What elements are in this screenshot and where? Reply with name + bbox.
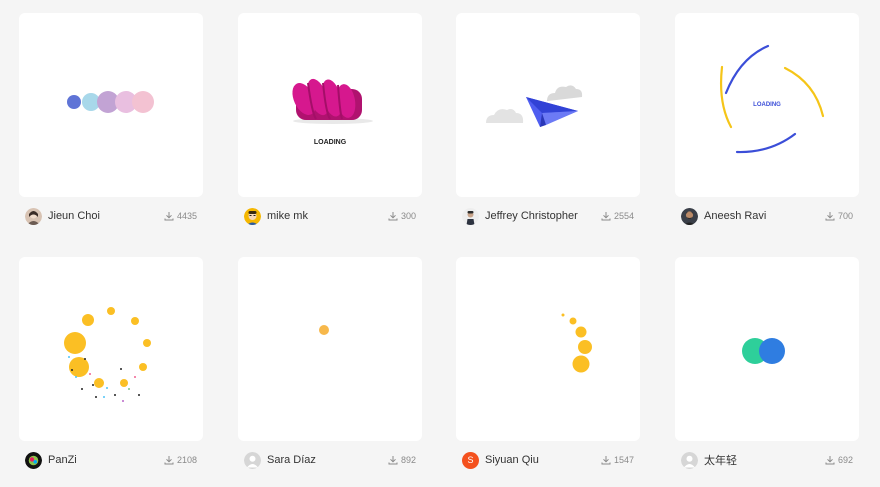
download-count[interactable]: 2554	[601, 211, 634, 221]
loading-label: LOADING	[314, 139, 347, 146]
animation-card: 太年轻 692	[675, 257, 859, 471]
animation-card: LOADING Aneesh Ravi 700	[675, 13, 859, 227]
circle-dots-animation	[64, 307, 151, 402]
card-meta: Jieun Choi 4435	[19, 205, 203, 227]
single-dot-animation	[319, 325, 329, 335]
photo-avatar-icon[interactable]	[25, 207, 42, 225]
animation-card: Jeffrey Christopher 2554	[456, 13, 640, 227]
download-icon	[825, 212, 835, 221]
avatar-letter: S	[467, 455, 474, 465]
download-icon	[825, 456, 835, 465]
animation-thumbnail[interactable]	[675, 257, 859, 441]
download-count[interactable]: 2108	[164, 455, 197, 465]
card-meta: S Siyuan Qiu 1547	[456, 449, 640, 471]
card-meta: Jeffrey Christopher 2554	[456, 205, 640, 227]
photo-avatar-icon[interactable]	[25, 451, 42, 469]
default-user-icon[interactable]	[244, 451, 261, 469]
two-dots-animation	[742, 338, 785, 364]
author-name[interactable]: Jeffrey Christopher	[485, 210, 578, 222]
arcs-loader-animation: LOADING	[719, 44, 825, 154]
card-meta: 太年轻 692	[675, 449, 859, 471]
download-count[interactable]: 892	[388, 455, 416, 465]
card-meta: Aneesh Ravi 700	[675, 205, 859, 227]
download-count-value: 4435	[176, 211, 197, 221]
download-icon	[601, 456, 611, 465]
download-count[interactable]: 300	[388, 211, 416, 221]
author-name[interactable]: Sara Díaz	[267, 454, 316, 466]
animation-thumbnail[interactable]	[19, 13, 203, 197]
download-icon	[164, 456, 174, 465]
photo-avatar-icon[interactable]	[681, 207, 698, 225]
default-user-icon[interactable]	[681, 451, 698, 469]
author-name[interactable]: Siyuan Qiu	[485, 454, 539, 466]
animation-card: S Siyuan Qiu 1547	[456, 257, 640, 471]
loading-label: LOADING	[753, 102, 781, 108]
letter-avatar-icon[interactable]: S	[462, 451, 479, 469]
animation-thumbnail[interactable]	[19, 257, 203, 441]
download-icon	[388, 456, 398, 465]
author-name[interactable]: PanZi	[48, 454, 77, 466]
download-icon	[164, 212, 174, 221]
paper-plane-animation	[486, 85, 583, 127]
animation-thumbnail[interactable]: LOADING	[675, 13, 859, 197]
download-count-value: 892	[400, 455, 416, 465]
arc-dots-animation	[561, 313, 592, 373]
author-name[interactable]: Jieun Choi	[48, 210, 100, 222]
card-meta: PanZi 2108	[19, 449, 203, 471]
download-count[interactable]: 692	[825, 455, 853, 465]
download-count[interactable]: 1547	[601, 455, 634, 465]
download-count[interactable]: 700	[825, 211, 853, 221]
animation-card: LOADING mike mk 300	[238, 13, 422, 227]
animation-card: Sara Díaz 892	[238, 257, 422, 471]
download-icon	[601, 212, 611, 221]
download-icon	[388, 212, 398, 221]
animation-thumbnail[interactable]	[456, 13, 640, 197]
download-count-value: 700	[837, 211, 853, 221]
animation-card: Jieun Choi 4435	[19, 13, 203, 227]
download-count-value: 300	[400, 211, 416, 221]
animation-thumbnail[interactable]	[238, 257, 422, 441]
dots-loader-animation	[67, 91, 154, 113]
animation-grid: Jieun Choi 4435 LOADING mike mk 300 Jeff…	[0, 0, 880, 487]
download-count-value: 1547	[613, 455, 634, 465]
author-name[interactable]: Aneesh Ravi	[704, 210, 766, 222]
download-count-value: 2554	[613, 211, 634, 221]
card-meta: Sara Díaz 892	[238, 449, 422, 471]
author-name[interactable]: mike mk	[267, 210, 308, 222]
download-count[interactable]: 4435	[164, 211, 197, 221]
animation-card: PanZi 2108	[19, 257, 203, 471]
cartoon-avatar-icon[interactable]	[244, 207, 261, 225]
fist-loader-animation: LOADING	[292, 78, 373, 146]
animation-thumbnail[interactable]: LOADING	[238, 13, 422, 197]
animation-thumbnail[interactable]	[456, 257, 640, 441]
card-meta: mike mk 300	[238, 205, 422, 227]
download-count-value: 2108	[176, 455, 197, 465]
photo-avatar-icon[interactable]	[462, 207, 479, 225]
download-count-value: 692	[837, 455, 853, 465]
author-name[interactable]: 太年轻	[704, 452, 737, 468]
